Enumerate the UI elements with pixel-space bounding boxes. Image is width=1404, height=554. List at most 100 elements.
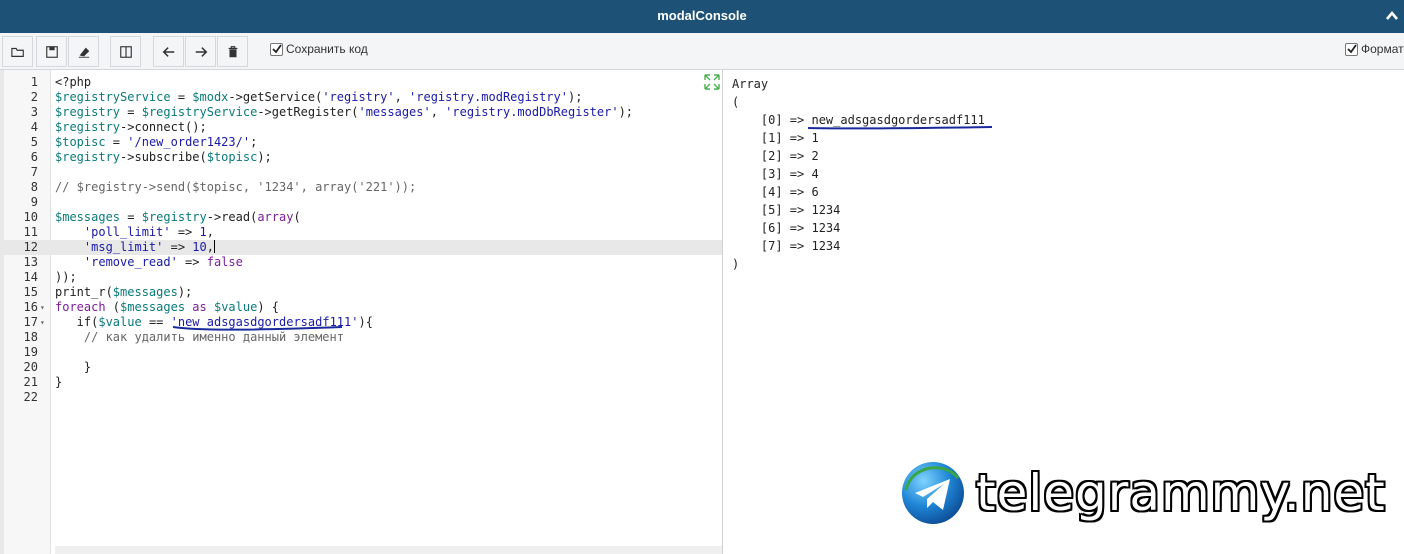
watermark: telegrammy.net	[898, 458, 1398, 528]
code-text: 'msg_limit' => 10,	[83, 240, 215, 254]
output-line: )	[732, 257, 740, 271]
line-number: 9	[30, 195, 38, 209]
open-folder-icon	[10, 47, 24, 57]
format-checkbox[interactable]: Формат	[1345, 42, 1404, 56]
code-text: print_r($messages);	[55, 285, 193, 299]
code-line[interactable]: 3 $registry = $registryService->getRegist…	[4, 105, 722, 120]
eraser-icon	[78, 47, 89, 58]
save-button[interactable]	[36, 36, 67, 67]
window-titlebar: modalConsole	[0, 0, 1404, 33]
split-view-icon	[119, 45, 132, 58]
output-line: [6] => 1234	[732, 221, 841, 235]
arrow-right-icon	[195, 46, 207, 57]
line-number: 20	[23, 360, 38, 374]
redo-button[interactable]	[185, 36, 216, 67]
code-text: $registryService = $modx->getService('re…	[55, 90, 583, 104]
code-text: foreach ($messages as $value) {	[55, 300, 280, 314]
code-line[interactable]: 20 }	[4, 360, 722, 375]
code-text: $registry->subscribe($topisc);	[55, 150, 272, 164]
output-line: [7] => 1234	[732, 239, 841, 253]
code-text: $topisc = '/new_order1423/';	[55, 135, 258, 149]
line-number: 7	[30, 165, 38, 179]
trash-icon	[228, 45, 237, 57]
code-line[interactable]: 5 $topisc = '/new_order1423/';	[4, 135, 722, 150]
code-text: }	[55, 360, 92, 374]
output-line: [2] => 2	[732, 149, 819, 163]
code-line[interactable]: 14));	[4, 270, 722, 285]
line-number: 10	[23, 210, 38, 224]
code-line[interactable]: 10 $messages = $registry->read(array(	[4, 210, 722, 225]
code-text: // как удалить именно данный элемент	[55, 330, 344, 344]
arrow-left-icon	[162, 46, 174, 57]
delete-button[interactable]	[217, 36, 248, 67]
save-code-checkbox[interactable]: Сохранить код	[270, 42, 368, 56]
line-number: 4	[30, 120, 38, 134]
fold-arrow-icon[interactable]: ▾	[40, 300, 45, 315]
code-text: $messages = $registry->read(array(	[55, 210, 301, 224]
code-line[interactable]: 9	[4, 195, 722, 210]
code-line[interactable]: 8 // $registry->send($topisc, '1234', arr…	[4, 180, 722, 195]
telegram-logo-icon	[902, 462, 964, 524]
line-number: 19	[23, 345, 38, 359]
code-line[interactable]: 6 $registry->subscribe($topisc);	[4, 150, 722, 165]
code-text: $registry = $registryService->getRegiste…	[55, 105, 634, 119]
code-text: }	[55, 375, 63, 389]
code-line[interactable]: 21}	[4, 375, 722, 390]
code-editor[interactable]: 1 <?php 2 $registryService = $modx->getServ…	[4, 70, 723, 554]
code-line[interactable]: 16 ▾ foreach ($messages as $value) {	[4, 300, 722, 315]
window-title: modalConsole	[657, 8, 747, 23]
code-text: $registry->connect();	[55, 120, 207, 134]
code-text: 'poll_limit' => 1,	[83, 225, 214, 239]
collapse-chevron-icon[interactable]	[1384, 8, 1400, 24]
format-label: Формат	[1361, 42, 1404, 56]
output-line: (	[732, 95, 740, 109]
line-number: 17	[23, 315, 38, 329]
code-text: ));	[55, 270, 77, 284]
line-number: 11	[23, 225, 38, 239]
code-text: <?php	[55, 75, 92, 89]
clear-button[interactable]	[68, 36, 99, 67]
save-code-label: Сохранить код	[286, 42, 368, 56]
line-number: 8	[30, 180, 38, 194]
code-text: // $registry->send($topisc, '1234', arra…	[55, 180, 417, 194]
code-line[interactable]: 15 print_r($messages);	[4, 285, 722, 300]
output-line: Array	[732, 77, 769, 91]
code-line[interactable]: 1 <?php	[4, 75, 722, 90]
code-text: if($value == 'new_adsgasdgordersadf111')…	[55, 315, 373, 329]
code-line[interactable]: 2 $registryService = $modx->getService('r…	[4, 90, 722, 105]
code-line[interactable]: 11 'poll_limit' => 1,	[4, 225, 722, 240]
line-number: 22	[23, 390, 38, 404]
line-number: 6	[30, 150, 38, 164]
output-line: [1] => 1	[732, 131, 819, 145]
checkbox-checked-icon	[1345, 42, 1358, 56]
line-number: 18	[23, 330, 38, 344]
line-number: 16	[23, 300, 38, 314]
code-line[interactable]: 12 'msg_limit' => 10,	[4, 240, 722, 255]
line-number: 1	[30, 75, 38, 89]
output-line: [5] => 1234	[732, 203, 841, 217]
checkbox-checked-icon	[270, 42, 283, 56]
split-view-button[interactable]	[110, 36, 141, 67]
toolbar: Сохранить код Формат	[0, 33, 1404, 70]
output-line: [4] => 6	[732, 185, 819, 199]
code-line[interactable]: 18 // как удалить именно данный элемент	[4, 330, 722, 345]
code-line[interactable]: 17 ▾ if($value == 'new_adsgasdgordersadf1…	[4, 315, 722, 330]
line-number: 15	[23, 285, 38, 299]
line-number: 14	[23, 270, 38, 284]
output-line: [3] => 4	[732, 167, 819, 181]
undo-button[interactable]	[153, 36, 184, 67]
line-number: 3	[30, 105, 38, 119]
code-line[interactable]: 22	[4, 390, 722, 405]
code-line[interactable]: 7	[4, 165, 722, 180]
code-line[interactable]: 19	[4, 345, 722, 360]
fold-arrow-icon[interactable]: ▾	[40, 315, 45, 330]
save-icon	[45, 45, 58, 58]
line-number: 12	[23, 240, 38, 254]
horizontal-scrollbar[interactable]	[55, 546, 722, 554]
code-line[interactable]: 4 $registry->connect();	[4, 120, 722, 135]
code-line[interactable]: 13 'remove_read' => false	[4, 255, 722, 270]
open-button[interactable]	[2, 36, 33, 67]
code-text: 'remove_read' => false	[83, 255, 243, 269]
line-number: 5	[30, 135, 38, 149]
watermark-text: telegrammy.net	[976, 464, 1386, 522]
